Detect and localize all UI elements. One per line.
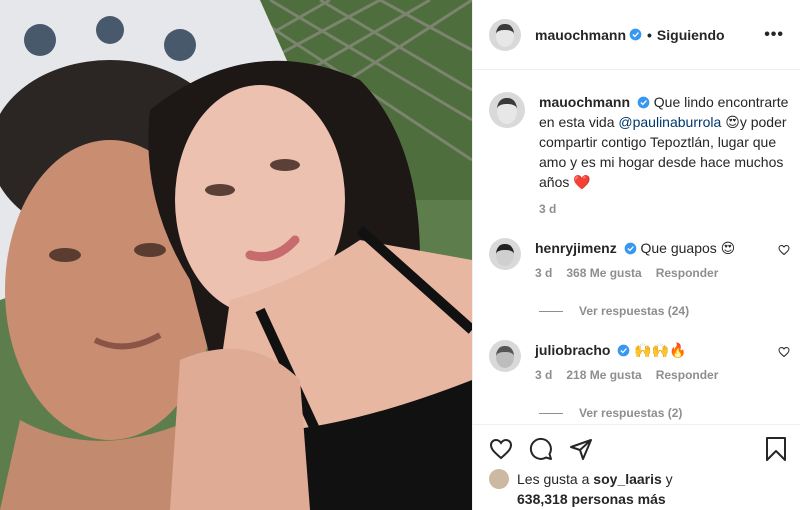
verified-badge-icon <box>629 28 642 41</box>
caption-emoji: 😍 <box>725 114 740 130</box>
heart-icon[interactable] <box>489 437 513 461</box>
comment-likes[interactable]: 218 Me gusta <box>566 368 641 382</box>
comment-username[interactable]: juliobracho <box>535 342 610 358</box>
comment-meta: 3 d 218 Me gusta Responder <box>535 368 718 382</box>
reply-button[interactable]: Responder <box>656 266 719 280</box>
view-replies-button[interactable]: Ver respuestas (2) <box>539 406 800 420</box>
caption-username[interactable]: mauochmann <box>539 94 630 110</box>
comment-text: juliobracho 🙌🙌🔥 <box>535 340 718 360</box>
comment-item: juliobracho 🙌🙌🔥 3 d 218 Me gusta Respond… <box>473 340 800 382</box>
comment-likes[interactable]: 368 Me gusta <box>566 266 641 280</box>
caption-avatar[interactable] <box>489 92 525 128</box>
verified-badge-icon <box>617 344 630 357</box>
post-photo[interactable] <box>0 0 472 510</box>
comment-text: henryjimenz Que guapos 😍 <box>535 238 735 258</box>
post-actions: Les gusta a soy_laaris y 638,318 persona… <box>473 424 800 510</box>
post-side-panel: mauochmann • Siguiendo ••• mauochmann Qu… <box>472 0 800 510</box>
comment-time[interactable]: 3 d <box>535 266 552 280</box>
comment-icon[interactable] <box>529 437 553 461</box>
comment-item: henryjimenz Que guapos 😍 3 d 368 Me gust… <box>473 238 800 280</box>
view-replies-label: Ver respuestas (24) <box>579 304 690 318</box>
caption-time[interactable]: 3 d <box>539 202 789 216</box>
post-header: mauochmann • Siguiendo ••• <box>473 0 800 70</box>
share-icon[interactable] <box>569 437 593 461</box>
view-replies-button[interactable]: Ver respuestas (24) <box>539 304 800 318</box>
likes-summary: Les gusta a soy_laaris y 638,318 persona… <box>489 469 785 509</box>
liker-avatar[interactable] <box>489 469 509 489</box>
comment-body: Que guapos 😍 <box>640 240 736 256</box>
likes-count[interactable]: 638,318 personas más <box>517 491 666 507</box>
liker-username[interactable]: soy_laaris <box>593 471 662 487</box>
commenter-avatar[interactable] <box>489 340 521 372</box>
comment-body: 🙌🙌🔥 <box>634 342 687 358</box>
likes-text: Les gusta a soy_laaris y 638,318 persona… <box>517 469 673 509</box>
more-options-icon[interactable]: ••• <box>764 26 784 44</box>
author-avatar[interactable] <box>489 18 521 51</box>
view-replies-label: Ver respuestas (2) <box>579 406 683 420</box>
caption-heart-emoji: ❤️ <box>573 174 591 190</box>
caption: mauochmann Que lindo encontrarte en esta… <box>473 70 800 216</box>
caption-text: mauochmann Que lindo encontrarte en esta… <box>539 92 789 192</box>
like-comment-heart-icon[interactable] <box>778 346 790 358</box>
replies-line <box>539 310 563 312</box>
replies-line <box>539 412 563 414</box>
header-separator: • <box>647 26 652 43</box>
like-comment-heart-icon[interactable] <box>778 244 790 256</box>
author-username[interactable]: mauochmann <box>535 27 626 43</box>
selfie-image <box>0 0 472 510</box>
comment-time[interactable]: 3 d <box>535 368 552 382</box>
verified-badge-icon <box>637 96 650 109</box>
action-icons <box>489 437 785 461</box>
instagram-post: mauochmann • Siguiendo ••• mauochmann Qu… <box>0 0 800 510</box>
caption-mention[interactable]: @paulinaburrola <box>618 114 721 130</box>
bookmark-icon[interactable] <box>765 437 787 461</box>
following-button[interactable]: Siguiendo <box>657 27 725 43</box>
reply-button[interactable]: Responder <box>656 368 719 382</box>
likes-prefix: Les gusta a <box>517 471 590 487</box>
likes-conj: y <box>665 471 673 487</box>
comment-username[interactable]: henryjimenz <box>535 240 617 256</box>
verified-badge-icon <box>624 242 636 255</box>
comment-meta: 3 d 368 Me gusta Responder <box>535 266 735 280</box>
commenter-avatar[interactable] <box>489 238 521 270</box>
